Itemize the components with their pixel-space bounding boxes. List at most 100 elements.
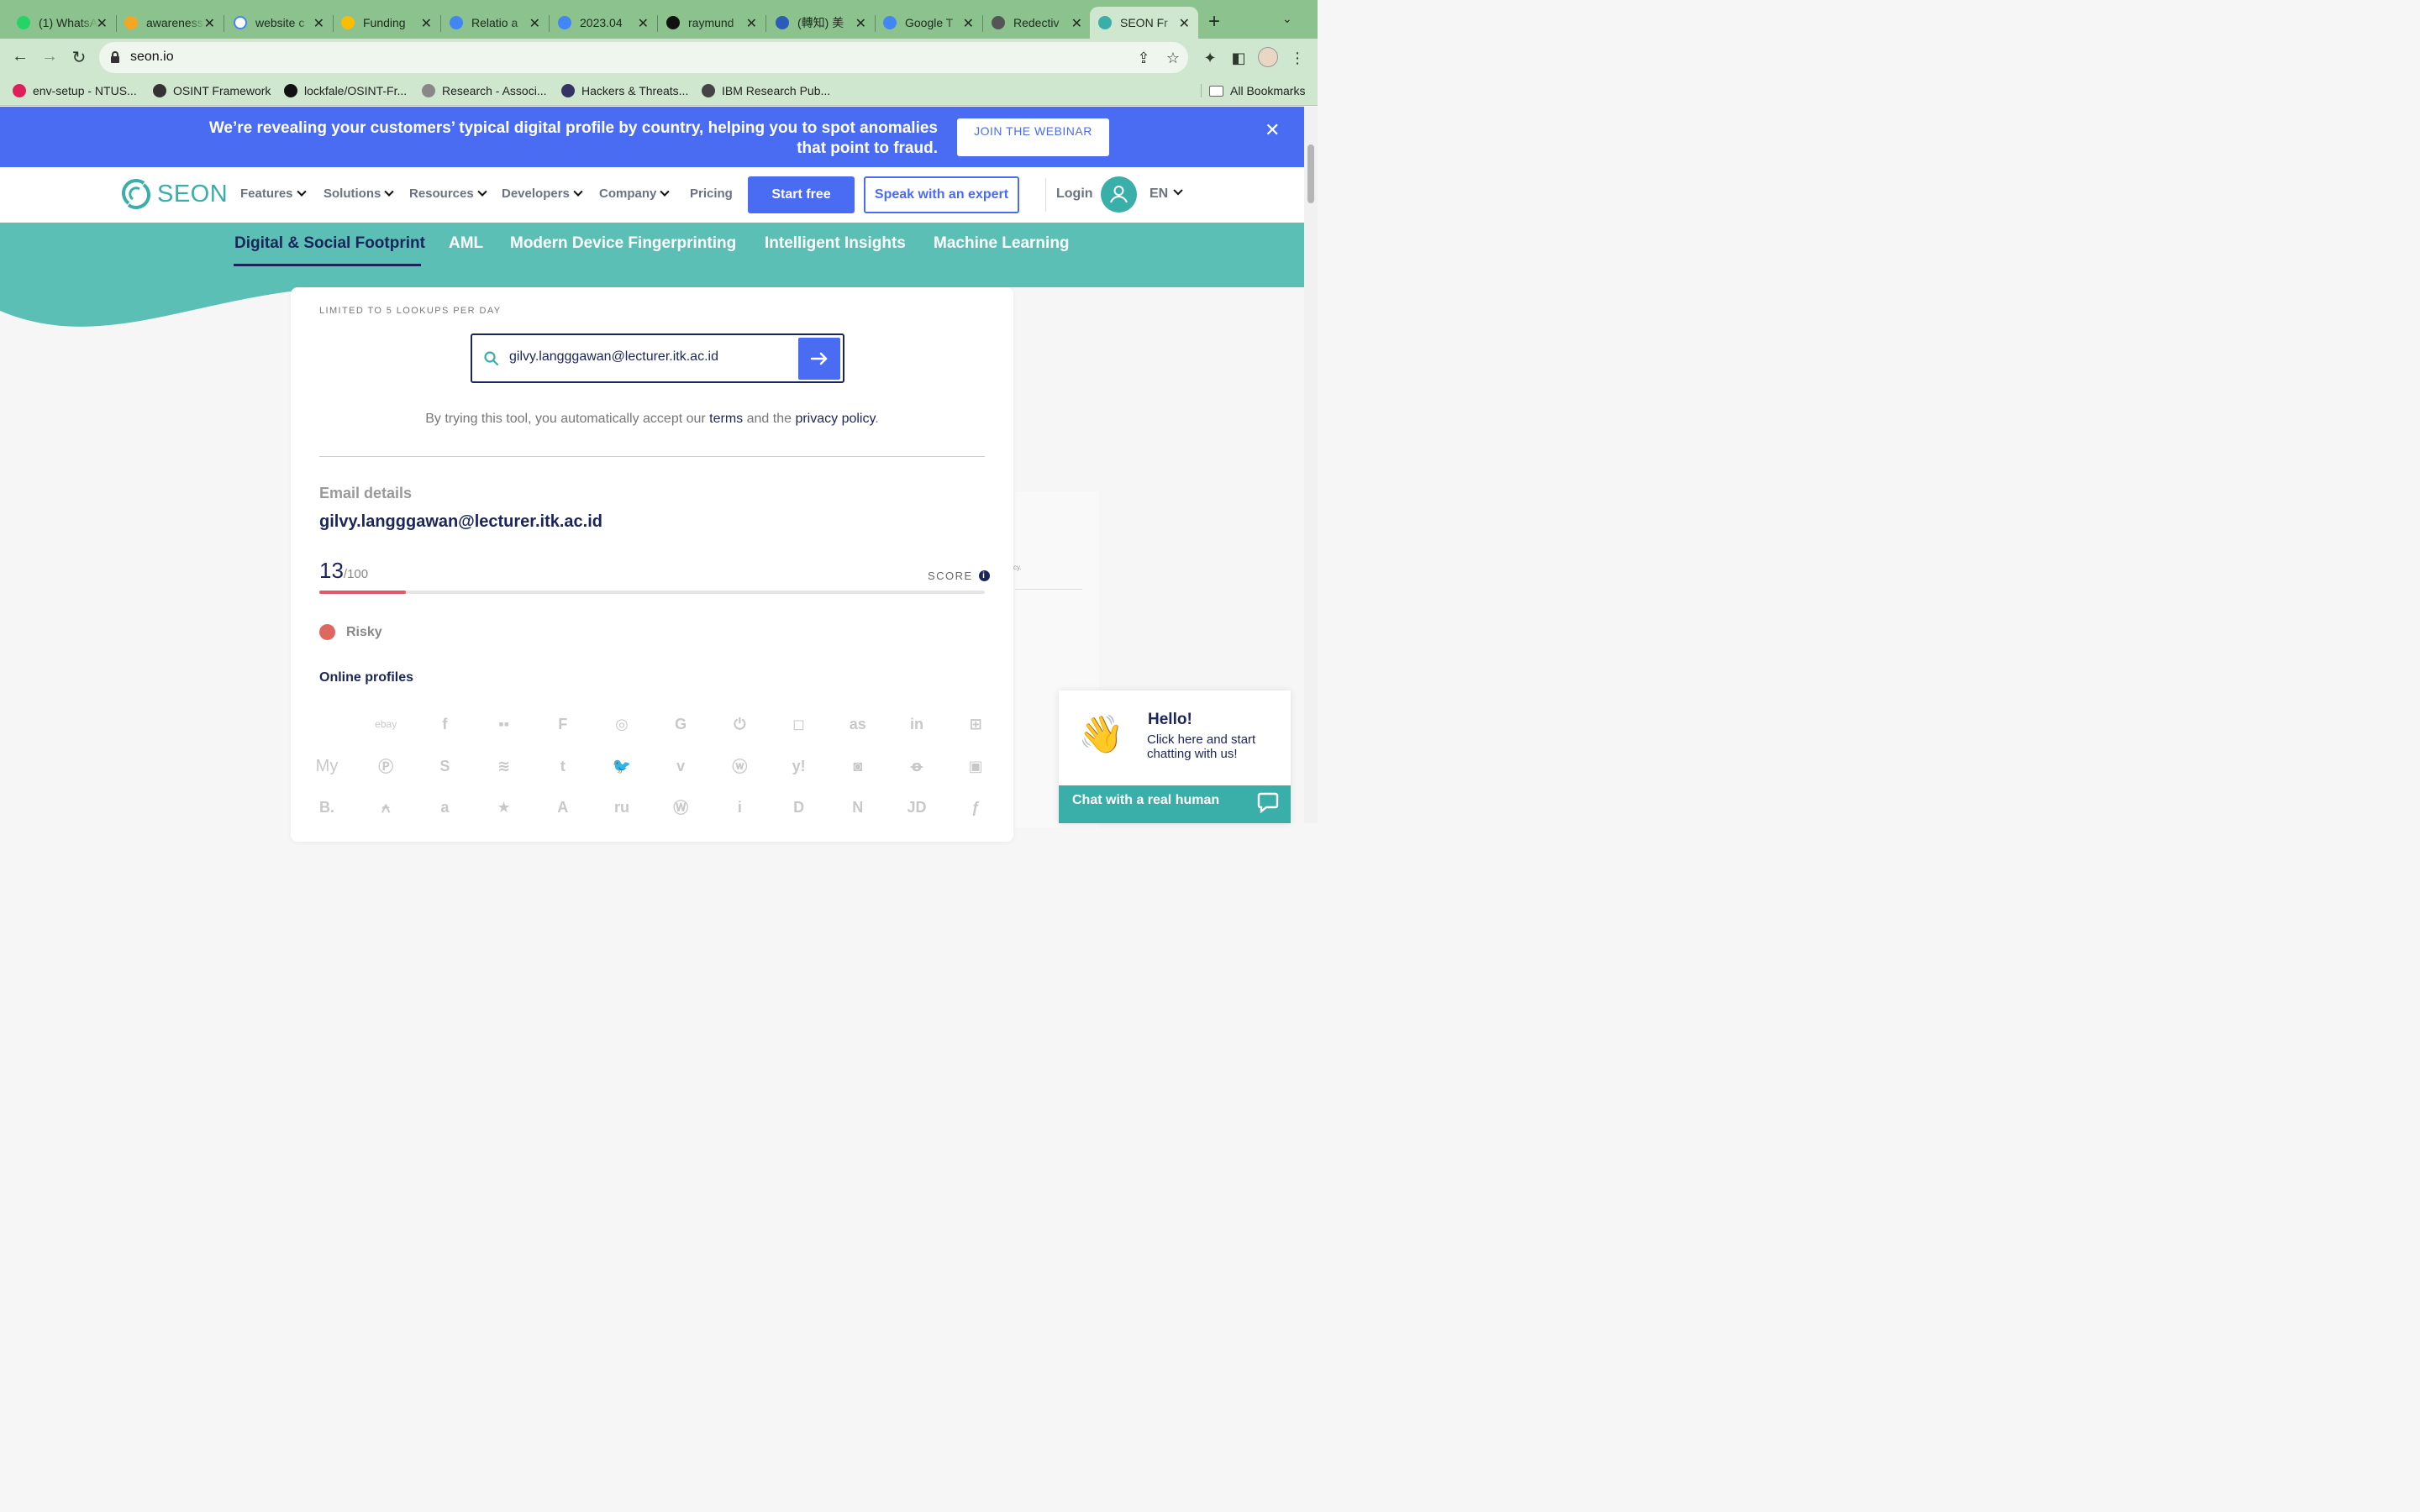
seon-logo[interactable]: SEON [122,178,228,210]
nav-label: Developers [502,186,570,201]
tab-search-chevron-icon[interactable]: ⌄ [1282,12,1292,26]
bookmark-item[interactable]: Research - Associ... [422,84,547,97]
side-panel-icon[interactable]: ◧ [1229,49,1248,67]
profile-avatar[interactable] [1258,47,1278,67]
subtab-3[interactable]: Intelligent Insights [765,234,906,253]
nav-label: Solutions [324,186,381,201]
browser-tab[interactable]: raymund ✕ [658,7,766,39]
gravatar-icon: ⏻ [734,715,746,732]
nav-resources[interactable]: Resources [409,186,487,201]
chat-subtext: Click here and start chatting with us! [1147,732,1256,761]
address-bar[interactable] [99,42,1188,73]
terms-link[interactable]: terms [709,412,743,426]
ebay-icon: ebay [375,718,397,730]
info-icon[interactable]: i [978,570,990,581]
kakao-icon: ▣ [968,757,983,774]
instagram-icon: ◻ [792,715,806,732]
tab-title: Redectiv [1013,16,1060,29]
folder-icon [1209,85,1223,97]
reload-icon[interactable]: ↻ [68,47,90,68]
subtab-4[interactable]: Machine Learning [934,234,1070,253]
speak-with-expert-button[interactable]: Speak with an expert [864,176,1019,213]
nav-developers[interactable]: Developers [502,186,583,201]
bookmark-star-icon[interactable]: ☆ [1164,49,1182,67]
subtab-2[interactable]: Modern Device Fingerprinting [510,234,736,253]
bookmark-item[interactable]: IBM Research Pub... [702,84,830,97]
myspace-icon: My [315,756,339,775]
login-link[interactable]: Login [1056,186,1093,202]
browser-tab[interactable]: awareness ✕ [116,7,224,39]
lastfm-icon: as [849,715,866,732]
bookmark-item[interactable]: OSINT Framework [153,84,271,97]
close-tab-icon[interactable]: ✕ [1179,15,1190,32]
bookmark-item[interactable]: Hackers & Threats... [561,84,688,97]
close-tab-icon[interactable]: ✕ [204,15,215,32]
tab-separator [765,15,766,32]
url-text[interactable]: seon.io [130,50,174,65]
forward-arrow-icon[interactable]: → [39,47,60,66]
user-avatar-button[interactable] [1101,176,1137,213]
browser-tab[interactable]: Redectiv ✕ [983,7,1091,39]
close-tab-icon[interactable]: ✕ [421,15,432,32]
email-search-input[interactable] [509,349,786,365]
close-tab-icon[interactable]: ✕ [529,15,540,32]
all-bookmarks-folder[interactable]: All Bookmarks [1201,84,1305,97]
browser-tab[interactable]: Relatio a ✕ [441,7,550,39]
scrollbar-thumb[interactable] [1307,144,1314,203]
back-arrow-icon[interactable]: ← [9,47,31,66]
qzone-icon: ★ [497,798,511,816]
nav-features[interactable]: Features [240,186,307,201]
browser-tab[interactable]: 2023.04 ✕ [550,7,658,39]
close-tab-icon[interactable]: ✕ [855,15,866,32]
foursquare-icon: F [558,715,568,732]
join-webinar-button[interactable]: JOIN THE WEBINAR [957,118,1109,156]
privacy-policy-link[interactable]: privacy policy [795,412,875,426]
new-tab-button[interactable]: + [1208,10,1220,34]
close-tab-icon[interactable]: ✕ [638,15,649,32]
language-selector[interactable]: EN [1150,186,1183,202]
lock-icon[interactable] [109,50,121,64]
spotify-icon: ≋ [497,757,511,774]
score-number: 13 [319,558,344,583]
nav-label: Company [599,186,657,201]
nav-pricing[interactable]: Pricing [690,186,733,201]
chevron-down-icon [296,186,307,197]
nav-solutions[interactable]: Solutions [324,186,394,201]
tab-title: (1) WhatsApp [39,16,97,29]
nav-company[interactable]: Company [599,186,671,201]
close-tab-icon[interactable]: ✕ [1071,15,1082,32]
pinterest-icon: Ⓟ [378,759,394,775]
close-tab-icon[interactable]: ✕ [963,15,974,32]
user-icon [1110,186,1128,203]
browser-tab[interactable]: SEON Fr ✕ [1090,7,1198,39]
chevron-down-icon [1173,186,1183,196]
page-scrollbar[interactable] [1304,107,1318,823]
close-tab-icon[interactable]: ✕ [746,15,757,32]
menu-kebab-icon[interactable]: ⋮ [1288,49,1307,67]
lookup-limit-note: LIMITED TO 5 LOOKUPS PER DAY [319,306,502,316]
start-free-button[interactable]: Start free [748,176,855,213]
browser-tab[interactable]: (轉知) 美 ✕ [767,7,876,39]
bookmark-item[interactable]: env-setup - NTUS... [13,84,137,97]
browser-tab[interactable]: (1) WhatsApp✕ [8,7,117,39]
subtab-0[interactable]: Digital & Social Footprint [234,234,425,253]
browser-tab[interactable]: website c ✕ [225,7,334,39]
flipkart-icon: ƒ [971,798,981,816]
close-banner-icon[interactable]: ✕ [1265,119,1280,141]
drive-icon [341,16,355,29]
browser-tab[interactable]: Google T ✕ [875,7,983,39]
extensions-puzzle-icon[interactable]: ✦ [1201,49,1219,67]
browser-tab[interactable]: Funding ✕ [333,7,441,39]
search-submit-button[interactable] [798,338,840,380]
score-value: 13/100 [319,558,368,584]
seon-icon [1098,16,1112,29]
subtab-1[interactable]: AML [449,234,483,253]
share-icon[interactable]: ⇪ [1134,49,1153,67]
score-max: /100 [343,567,369,581]
tab-title: Google T [905,16,954,29]
bookmark-item[interactable]: lockfale/OSINT-Fr... [284,84,407,97]
tab-title: 2023.04 [580,16,623,29]
close-tab-icon[interactable]: ✕ [313,15,324,32]
jd-icon: JD [907,798,927,816]
close-tab-icon[interactable]: ✕ [97,15,108,32]
